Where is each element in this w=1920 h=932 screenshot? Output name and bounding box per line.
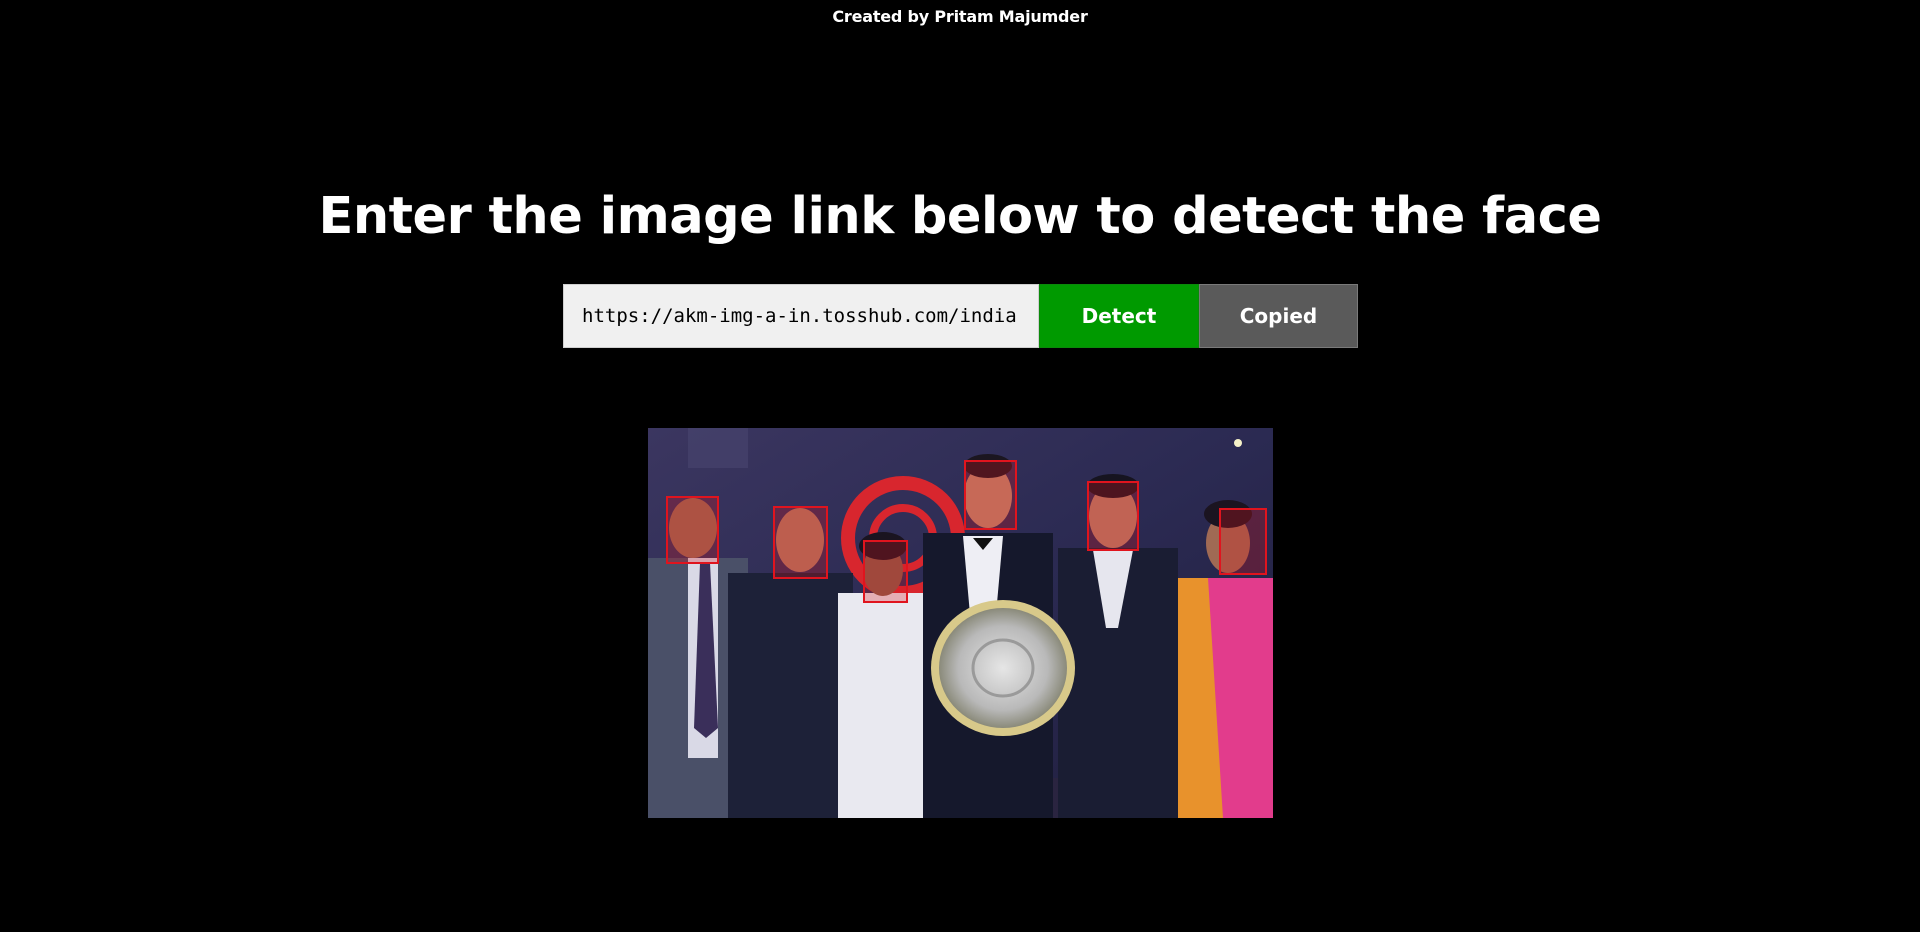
face-box	[863, 540, 908, 603]
result-image	[648, 428, 1273, 818]
face-box	[666, 496, 719, 564]
author-credit: Created by Pritam Majumder	[832, 7, 1088, 26]
group-photo	[648, 428, 1273, 818]
face-box	[964, 460, 1017, 530]
face-box	[1087, 481, 1139, 551]
copy-button[interactable]: Copied	[1199, 284, 1358, 348]
face-box	[773, 506, 828, 579]
face-box	[1219, 508, 1267, 575]
detect-button[interactable]: Detect	[1039, 284, 1199, 348]
image-url-input[interactable]	[563, 284, 1039, 348]
page-heading: Enter the image link below to detect the…	[318, 187, 1602, 246]
url-form: Detect Copied	[563, 284, 1358, 348]
